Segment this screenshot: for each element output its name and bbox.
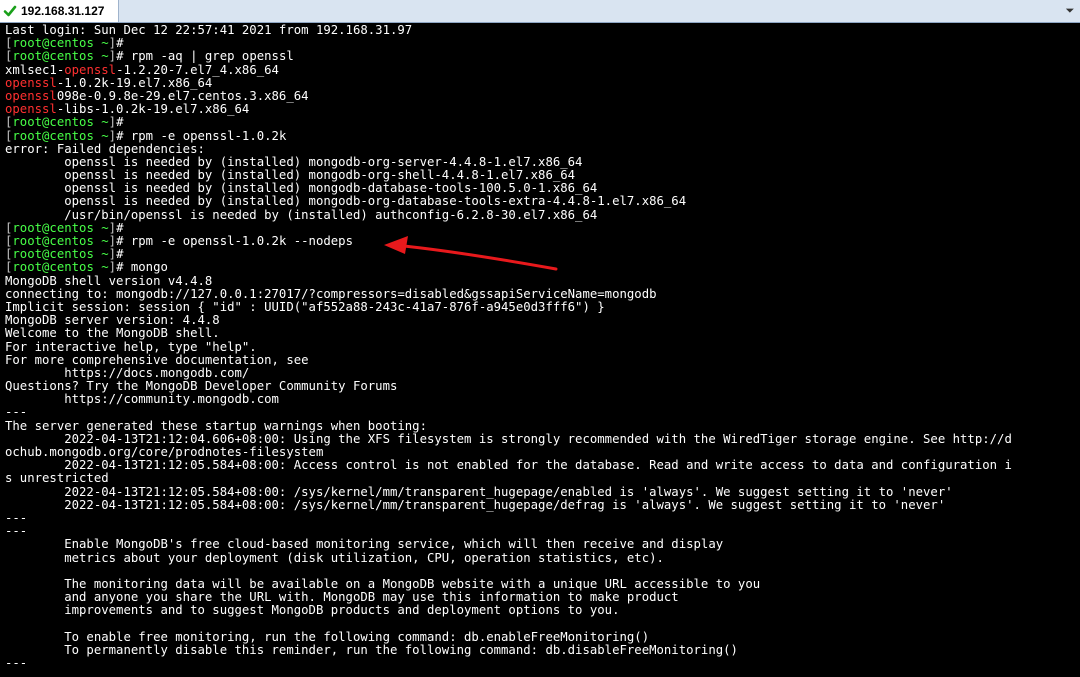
terminal-line: 2022-04-13T21:12:05.584+08:00: /sys/kern… [5,497,946,512]
terminal-line: Enable MongoDB's free cloud-based monito… [5,537,724,552]
terminal-line: 2022-04-13T21:12:05.584+08:00: /sys/kern… [5,484,953,499]
openssl-highlight: openssl [5,75,57,90]
line-text: -libs-1.0.2k-19.el7.x86_64 [56,102,250,117]
terminal-line: The server generated these startup warni… [5,418,427,433]
openssl-highlight: openssl [64,62,117,77]
terminal-line: openssl-libs-1.0.2k-19.el7.x86_64 [5,103,1012,116]
prompt-user-host: root@centos [12,220,94,235]
prompt-bracket: ] [108,220,117,235]
prompt-path: ~ [101,234,109,248]
line-text: -1.0.2k-19.el7.x86_64 [56,75,213,90]
terminal-line: --- [5,510,28,525]
chevron-down-icon[interactable]: ⏷ [1062,3,1078,18]
prompt-path: ~ [101,260,109,275]
terminal-line: --- [5,405,28,420]
prompt-user-host: root@centos [12,128,94,143]
prompt-user-host: root@centos [12,234,94,248]
terminal-line: For more comprehensive documentation, se… [5,352,309,367]
terminal-line: https://community.mongodb.com [5,392,279,407]
prompt-bracket: ] [108,115,117,130]
prompt-symbol: # [116,247,124,262]
terminal-line: To enable free monitoring, run the follo… [5,629,650,644]
terminal-line: s unrestricted [5,471,109,486]
prompt-user-host: root@centos [12,260,94,275]
terminal-output[interactable]: Last login: Sun Dec 12 22:57:41 2021 fro… [0,23,1080,677]
openssl-highlight: openssl [5,102,57,117]
terminal-line: Last login: Sun Dec 12 22:57:41 2021 fro… [5,23,413,37]
command-text: rpm -e openssl-1.0.2k --nodeps [123,234,353,248]
prompt-path: ~ [101,220,109,235]
terminal-line: --- [5,656,28,670]
terminal-line: 2022-04-13T21:12:05.584+08:00: Access co… [5,458,1012,473]
prompt-bracket: ] [108,260,117,275]
command-text: rpm -e openssl-1.0.2k [123,128,287,143]
prompt-user-host: root@centos [12,115,94,130]
prompt-bracket: ] [108,49,117,64]
prompt-symbol: # [116,36,124,51]
command-text: mongo [123,260,168,275]
session-tab-bar: 192.168.31.127 ⏷ [0,0,1080,23]
terminal-line: openssl is needed by (installed) mongodb… [5,194,687,209]
terminal-line: Welcome to the MongoDB shell. [5,326,220,341]
check-icon [3,5,17,17]
prompt-path: ~ [101,36,109,51]
prompt-bracket: ] [108,128,117,143]
prompt-bracket: ] [108,234,117,248]
terminal-line: MongoDB shell version v4.4.8 [5,273,213,288]
prompt-path: ~ [101,115,109,130]
terminal-line: For interactive help, type "help". [5,339,257,354]
terminal-prompt-line: [root@centos ~]# mongo [5,261,1012,274]
line-text: 098e-0.9.8e-29.el7.centos.3.x86_64 [56,88,309,103]
prompt-symbol: # [116,115,124,130]
prompt-path: ~ [101,128,109,143]
prompt-path: ~ [101,49,109,64]
session-tab[interactable]: 192.168.31.127 [0,0,119,22]
terminal-line: metrics about your deployment (disk util… [5,550,664,565]
prompt-user-host: root@centos [12,36,94,51]
terminal-line: improvements and to suggest MongoDB prod… [5,603,620,618]
prompt-symbol: # [116,220,124,235]
prompt-bracket: ] [108,36,117,51]
prompt-user-host: root@centos [12,247,94,262]
prompt-user-host: root@centos [12,49,94,64]
prompt-path: ~ [101,247,109,262]
terminal-line: error: Failed dependencies: [5,141,205,156]
terminal-line: To permanently disable this reminder, ru… [5,642,738,657]
prompt-bracket: ] [108,247,117,262]
terminal-prompt-line: [root@centos ~]# rpm -e openssl-1.0.2k [5,128,1012,143]
openssl-highlight: openssl [5,88,57,103]
terminal-line: connecting to: mongodb://127.0.0.1:27017… [5,286,657,301]
terminal-line: /usr/bin/openssl is needed by (installed… [5,207,598,222]
command-text: rpm -aq | grep openssl [123,49,294,64]
session-tab-title: 192.168.31.127 [21,4,105,18]
terminal-prompt-line: [root@centos ~]# rpm -e openssl-1.0.2k -… [5,234,1012,248]
line-text: -1.2.20-7.el7_4.x86_64 [116,62,279,77]
line-text: xmlsec1- [5,62,65,77]
